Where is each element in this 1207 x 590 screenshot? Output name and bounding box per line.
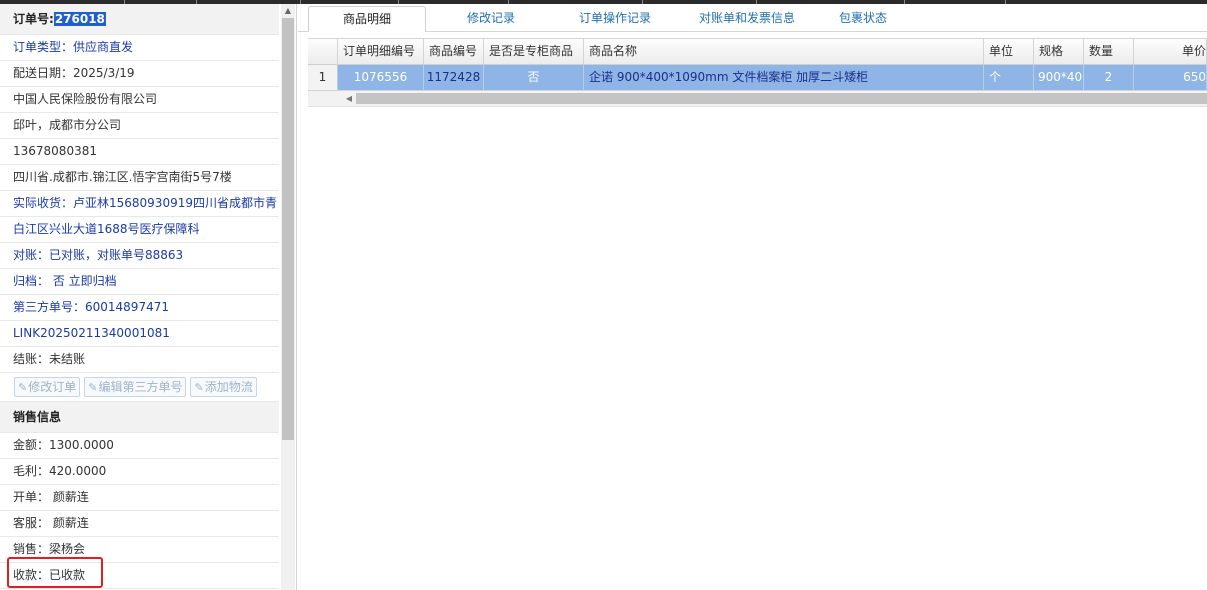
actual-receiver-line1: 实际收货：卢亚林15680930919四川省成都市青 xyxy=(0,191,279,217)
edit-third-party-button[interactable]: ✎编辑第三方单号 xyxy=(84,377,187,397)
unit-cell: 个 xyxy=(984,65,1034,90)
customer-company: 中国人民保险股份有限公司 xyxy=(0,87,279,113)
quantity-cell: 2 xyxy=(1084,65,1134,90)
row-number: 1 xyxy=(308,65,338,90)
add-logistics-label: 添加物流 xyxy=(204,380,253,394)
sales-amount: 金额：1300.0000 xyxy=(0,433,279,459)
third-party-number: 第三方单号：60014897471 xyxy=(0,295,279,321)
delivery-date: 配送日期：2025/3/19 xyxy=(0,61,279,87)
product-name-cell[interactable]: 企诺 900*400*1090mm 文件档案柜 加厚二斗矮柜 xyxy=(584,65,984,90)
tab-order-operation-log[interactable]: 订单操作记录 xyxy=(558,6,672,30)
product-grid: 订单明细编号 商品编号 是否是专柜商品 商品名称 单位 规格 数量 单价 1 1… xyxy=(308,38,1207,107)
detail-panel: 商品明细 修改记录 订单操作记录 对账单和发票信息 包裹状态 订单明细编号 商品… xyxy=(298,4,1207,590)
order-info-panel: 订单号:276018 订单类型：供应商直发 配送日期：2025/3/19 中国人… xyxy=(0,4,297,590)
order-number-label: 订单号: xyxy=(13,12,54,26)
customer-service: 客服： 颜薪连 xyxy=(0,511,279,537)
tab-package-status[interactable]: 包裹状态 xyxy=(823,6,903,30)
column-header[interactable]: 单价 xyxy=(1134,39,1207,64)
left-vertical-scrollbar[interactable]: ▲ xyxy=(281,4,295,590)
add-logistics-button[interactable]: ✎添加物流 xyxy=(190,377,257,397)
product-id-cell[interactable]: 1172428 xyxy=(424,65,484,90)
grid-header: 订单明细编号 商品编号 是否是专柜商品 商品名称 单位 规格 数量 单价 xyxy=(308,38,1207,65)
order-type: 订单类型：供应商直发 xyxy=(0,35,279,61)
customer-contact: 邱叶，成都市分公司 xyxy=(0,113,279,139)
edit-icon: ✎ xyxy=(18,381,28,394)
spec-cell: 900*400 xyxy=(1034,65,1084,90)
edit-third-party-label: 编辑第三方单号 xyxy=(98,380,183,394)
row-number-header xyxy=(308,39,338,64)
horizontal-scroll-thumb[interactable] xyxy=(356,93,1207,104)
customer-phone: 13678080381 xyxy=(0,139,279,165)
reconciliation-status: 对账：已对账，对账单号88863 xyxy=(0,243,279,269)
grid-horizontal-scrollbar[interactable]: ◀ xyxy=(308,91,1207,107)
edit-icon: ✎ xyxy=(88,381,98,394)
scroll-up-arrow-icon[interactable]: ▲ xyxy=(281,4,295,18)
archive-status[interactable]: 归档： 否 立即归档 xyxy=(0,269,279,295)
gross-profit: 毛利：420.0000 xyxy=(0,459,279,485)
order-action-buttons: ✎修改订单 ✎编辑第三方单号 ✎添加物流 xyxy=(0,373,279,402)
column-header[interactable]: 数量 xyxy=(1084,39,1134,64)
actual-receiver-line2: 白江区兴业大道1688号医疗保障科 xyxy=(0,217,279,243)
customer-address: 四川省.成都市.锦江区.悟字宫南街5号7楼 xyxy=(0,165,279,191)
edit-order-label: 修改订单 xyxy=(28,380,77,394)
column-header[interactable]: 规格 xyxy=(1034,39,1084,64)
column-header[interactable]: 商品名称 xyxy=(584,39,984,64)
scroll-thumb[interactable] xyxy=(282,18,294,440)
column-header[interactable]: 是否是专柜商品 xyxy=(484,39,584,64)
payment-status-highlight-box xyxy=(7,557,103,588)
sales-info-header: 销售信息 xyxy=(0,402,279,433)
detail-id-cell: 1076556 xyxy=(338,65,424,90)
column-header[interactable]: 单位 xyxy=(984,39,1034,64)
order-number: 276018 xyxy=(53,12,106,26)
price-cell: 650 xyxy=(1134,65,1207,90)
edit-icon: ✎ xyxy=(194,381,204,394)
counter-cell: 否 xyxy=(484,65,584,90)
column-header[interactable]: 订单明细编号 xyxy=(338,39,424,64)
scroll-left-arrow-icon[interactable]: ◀ xyxy=(342,91,356,106)
settlement-status: 结账：未结账 xyxy=(0,347,279,373)
tab-edit-history[interactable]: 修改记录 xyxy=(438,6,544,30)
tab-bar: 商品明细 修改记录 订单操作记录 对账单和发票信息 包裹状态 xyxy=(298,4,1207,32)
column-header[interactable]: 商品编号 xyxy=(424,39,484,64)
issuer: 开单： 颜薪连 xyxy=(0,485,279,511)
table-row[interactable]: 1 1076556 1172428 否 企诺 900*400*1090mm 文件… xyxy=(308,65,1207,91)
order-number-row: 订单号:276018 xyxy=(0,4,279,35)
link-number: LINK20250211340001081 xyxy=(0,321,279,347)
edit-order-button[interactable]: ✎修改订单 xyxy=(14,377,81,397)
tab-product-details[interactable]: 商品明细 xyxy=(308,6,426,32)
tab-statement-invoice[interactable]: 对账单和发票信息 xyxy=(678,6,816,30)
